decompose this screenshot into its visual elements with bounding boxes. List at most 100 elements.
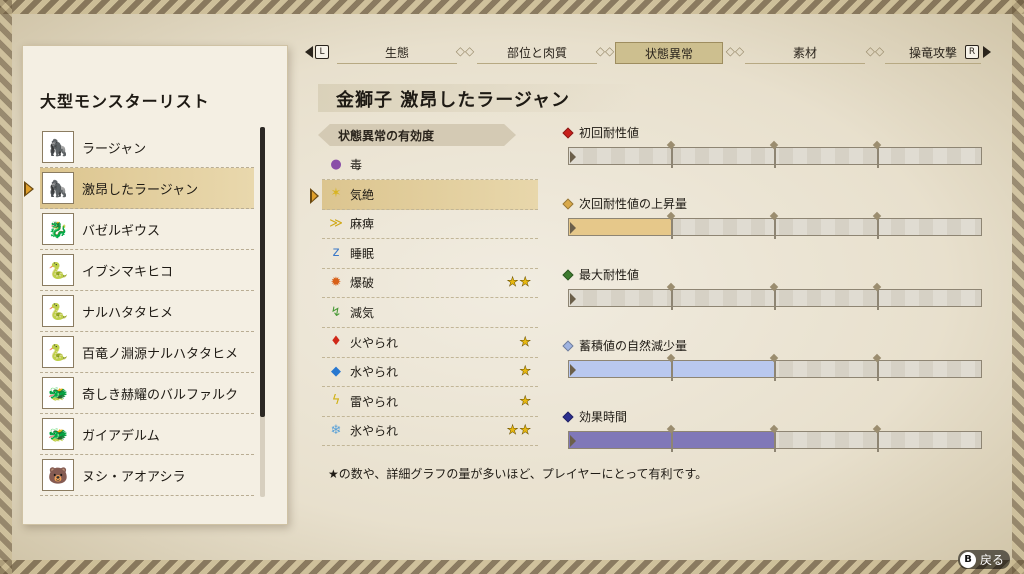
tab-left-key[interactable]: L	[315, 45, 329, 59]
graph-start-cap-icon	[570, 364, 576, 376]
monster-list-title: 大型モンスターリスト	[40, 92, 210, 111]
graph-bar	[568, 428, 982, 452]
tab-left-arrow-icon[interactable]	[305, 46, 313, 58]
graph-tick	[877, 215, 879, 239]
graph-tick	[671, 144, 673, 168]
status-label: 気絶	[350, 187, 375, 202]
bear-monster-icon: 🐻	[42, 459, 74, 491]
monster-list-item[interactable]: 🦍 激昂したラージャン	[40, 168, 254, 209]
list-scrollbar[interactable]	[260, 127, 265, 497]
ape-monster-icon: 🦍	[42, 131, 74, 163]
paralysis-icon: ≫	[329, 215, 343, 231]
graph-start-cap-icon	[570, 222, 576, 234]
monster-list-item-label: ガイアデルム	[82, 428, 160, 444]
diamond-icon	[562, 197, 574, 210]
b-button-icon: B	[960, 551, 976, 568]
status-row[interactable]: ❄ 氷やられ ★★	[322, 416, 538, 447]
graph-bar	[568, 144, 982, 168]
back-button[interactable]: B 戻る	[958, 550, 1011, 569]
star-rating: ★	[519, 364, 532, 380]
status-row[interactable]: ϟ 雷やられ ★	[322, 387, 538, 417]
status-row[interactable]: ● 毒	[322, 150, 538, 180]
star-rating: ★★	[506, 275, 532, 291]
graph-start-cap-icon	[570, 293, 576, 305]
graph-bar-fill	[569, 219, 672, 235]
status-label: 雷やられ	[350, 394, 399, 409]
list-cursor-icon	[24, 181, 34, 197]
graph-bar	[568, 357, 982, 381]
wyvern-monster-icon: 🐉	[42, 213, 74, 245]
elder-dragon-icon: 🐲	[42, 377, 74, 409]
status-label: 麻痺	[350, 217, 375, 232]
graph-tick	[774, 215, 776, 239]
status-label: 氷やられ	[350, 424, 399, 439]
monster-list-item[interactable]: 🐻 ヌシ・アオアシラ	[40, 455, 254, 496]
graph-start-cap-icon	[570, 151, 576, 163]
tab-status-ailments[interactable]: 状態異常	[615, 42, 723, 64]
diamond-icon	[562, 126, 574, 139]
monster-list-item-label: バゼルギウス	[82, 223, 161, 239]
back-label: 戻る	[980, 553, 1005, 567]
monster-list-item-label: 百竜ノ淵源ナルハタタヒメ	[82, 346, 239, 362]
monster-list-item[interactable]: 🐍 イブシマキヒコ	[40, 250, 254, 291]
status-label: 睡眠	[350, 246, 375, 261]
list-scroll-thumb[interactable]	[260, 127, 265, 417]
monster-list-item-label: ヌシ・アオアシラ	[82, 469, 186, 485]
graph-label: 初回耐性値	[562, 124, 640, 141]
graph-label-text: 初回耐性値	[579, 126, 640, 140]
status-row[interactable]: z 睡眠	[322, 239, 538, 269]
star-rating: ★	[519, 334, 532, 350]
monster-list-item-label: ラージャン	[82, 141, 147, 157]
status-row[interactable]: ↯ 減気	[322, 298, 538, 328]
status-row[interactable]: ✶ 気絶	[322, 179, 538, 210]
fireblight-icon: ♦	[330, 334, 342, 350]
monster-list-item[interactable]: 🐍 ナルハタタヒメ	[40, 291, 254, 332]
monster-list-item[interactable]: 🐲 奇しき赫耀のバルファルク	[40, 373, 254, 414]
graph-tick	[671, 286, 673, 310]
tab-ecology[interactable]: 生態	[337, 42, 457, 64]
exhaust-icon: ↯	[330, 304, 342, 320]
poison-icon: ●	[330, 156, 342, 172]
footnote: ★の数や、詳細グラフの量が多いほど、プレイヤーにとって有利です。	[328, 467, 708, 481]
star-rating: ★★	[506, 423, 532, 439]
graph-label-text: 次回耐性値の上昇量	[579, 197, 688, 211]
tab-separator-icon: ◇◇	[455, 44, 475, 58]
thunderblight-icon: ϟ	[331, 393, 341, 409]
status-row[interactable]: ◆ 水やられ ★	[322, 357, 538, 388]
star-rating: ★	[519, 393, 532, 410]
monster-list-item[interactable]: 🦍 ラージャン	[40, 127, 254, 168]
monster-list: 🦍 ラージャン 🦍 激昂したラージャン 🐉 バゼルギウス 🐍 イブシマキヒコ 🐍 ナルハタタヒメ 🐍…	[40, 127, 254, 499]
graph-tick	[671, 215, 673, 239]
graph-tick	[774, 144, 776, 168]
serpent-monster-icon: 🐍	[42, 295, 74, 327]
status-label: 火やられ	[350, 335, 399, 350]
tab-bar: L 生態 ◇◇ 部位と肉質 ◇◇ 状態異常 ◇◇ 素材 ◇◇ 操竜攻撃 R	[305, 40, 1005, 66]
monster-list-item[interactable]: 🐲 ガイアデルム	[40, 414, 254, 455]
tab-materials[interactable]: 素材	[745, 42, 865, 64]
graph-start-cap-icon	[570, 435, 576, 447]
blast-icon: ✹	[330, 274, 342, 290]
tab-separator-icon: ◇◇	[595, 44, 615, 58]
graph-tick	[774, 357, 776, 381]
graph-label: 最大耐性値	[562, 266, 639, 283]
status-row[interactable]: ✹ 爆破 ★★	[322, 268, 538, 299]
status-effectiveness-header: 状態異常の有効度	[318, 124, 516, 146]
monster-list-item-label: 奇しき赫耀のバルファルク	[82, 387, 239, 403]
graph-tick	[671, 357, 673, 381]
tab-parts-hitzones[interactable]: 部位と肉質	[477, 42, 597, 64]
ape-monster-icon: 🦍	[42, 172, 74, 204]
graph-tick	[877, 428, 879, 452]
status-row[interactable]: ≫ 麻痺	[322, 209, 538, 240]
status-cursor-icon	[310, 188, 319, 204]
monster-title: 金獅子 激昂したラージャン	[336, 90, 571, 111]
status-row[interactable]: ♦ 火やられ ★	[322, 328, 538, 358]
monster-list-item-label: 激昂したラージャン	[82, 182, 199, 198]
tab-right-key[interactable]: R	[965, 45, 979, 59]
stun-icon: ✶	[330, 186, 342, 202]
iceblight-icon: ❄	[330, 422, 342, 438]
graph-label: 次回耐性値の上昇量	[562, 195, 688, 212]
tab-right-arrow-icon[interactable]	[983, 46, 991, 58]
monster-list-item[interactable]: 🐍 百竜ノ淵源ナルハタタヒメ	[40, 332, 254, 373]
monster-list-item[interactable]: 🐉 バゼルギウス	[40, 209, 254, 250]
tab-separator-icon: ◇◇	[865, 44, 885, 58]
